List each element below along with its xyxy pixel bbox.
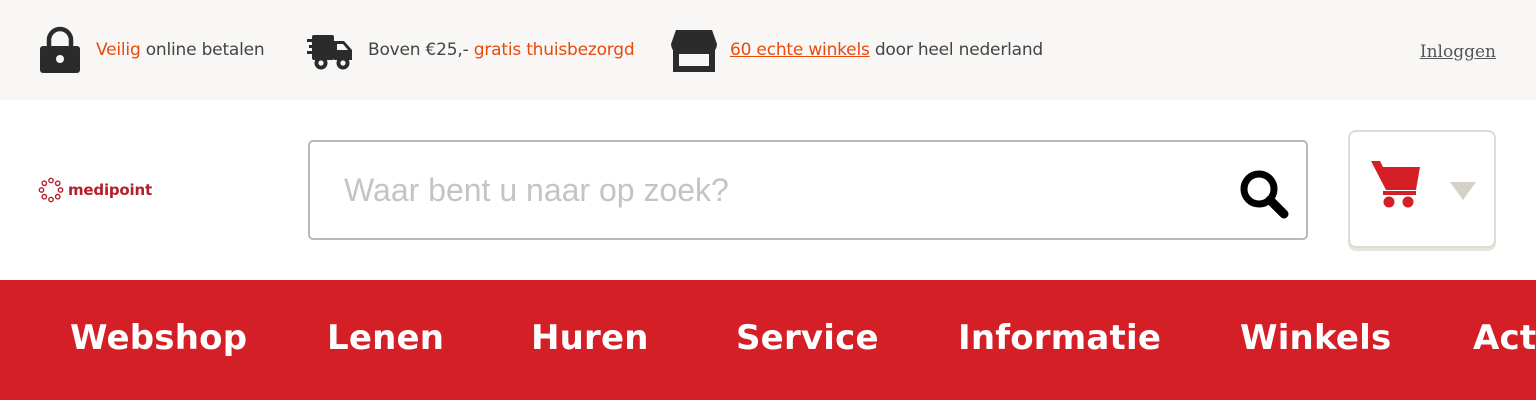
usp-payment-text: Veilig online betalen	[96, 40, 265, 60]
usp-stores: 60 echte winkels door heel nederland	[670, 24, 1043, 76]
nav-item-webshop[interactable]: Webshop	[70, 318, 247, 358]
logo-mark-icon	[38, 177, 64, 203]
usp-delivery-rest: Boven €25,-	[368, 40, 474, 60]
usp-secure-payment: Veilig online betalen	[36, 24, 265, 76]
main-navigation: Webshop Lenen Huren Service Informatie W…	[0, 280, 1536, 400]
usp-payment-rest: online betalen	[140, 40, 265, 60]
lock-icon	[40, 26, 80, 73]
search-icon[interactable]	[1236, 166, 1292, 222]
nav-item-informatie[interactable]: Informatie	[958, 318, 1161, 358]
usp-free-delivery: Boven €25,- gratis thuisbezorgd	[306, 24, 635, 76]
nav-item-huren[interactable]: Huren	[531, 318, 649, 358]
medipoint-logo[interactable]: medipoint	[38, 176, 152, 204]
caret-down-icon	[1450, 182, 1476, 200]
shopping-cart-icon	[1371, 161, 1420, 208]
logo-wordmark: medipoint	[68, 181, 152, 199]
usp-stores-text: 60 echte winkels door heel nederland	[730, 40, 1043, 60]
nav-item-winkels[interactable]: Winkels	[1240, 318, 1391, 358]
nav-item-service[interactable]: Service	[736, 318, 879, 358]
cart-button[interactable]	[1348, 130, 1496, 248]
usp-stores-link[interactable]: 60 echte winkels	[730, 40, 870, 60]
usp-payment-highlight: Veilig	[96, 40, 141, 60]
search-bar	[308, 140, 1308, 240]
delivery-truck-icon	[307, 35, 352, 70]
search-input[interactable]	[310, 160, 1190, 220]
usp-delivery-text: Boven €25,- gratis thuisbezorgd	[368, 40, 635, 60]
login-link[interactable]: Inloggen	[1420, 42, 1496, 62]
nav-item-lenen[interactable]: Lenen	[327, 318, 444, 358]
usp-delivery-highlight: gratis thuisbezorgd	[473, 40, 635, 60]
nav-item-acties[interactable]: Acties	[1473, 318, 1536, 358]
storefront-icon	[671, 30, 717, 72]
top-utility-bar: Veilig online betalen Boven €25,- gratis…	[0, 0, 1536, 100]
usp-stores-rest: door heel nederland	[869, 40, 1044, 60]
